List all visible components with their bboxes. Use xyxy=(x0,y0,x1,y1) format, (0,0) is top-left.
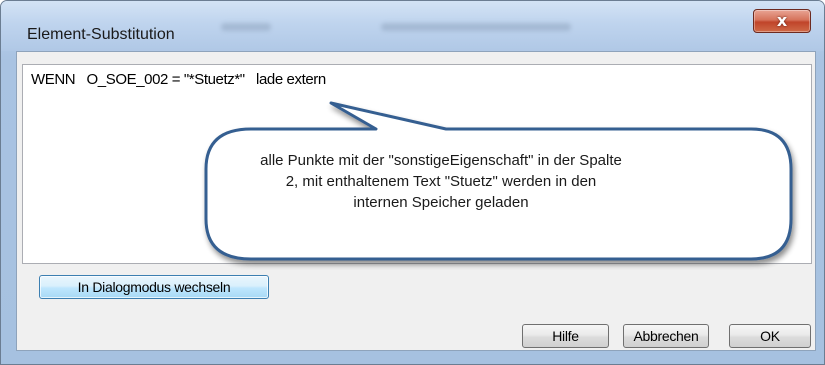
ok-button[interactable]: OK xyxy=(729,324,811,348)
cancel-button[interactable]: Abbrechen xyxy=(623,324,709,348)
callout-line: alle Punkte mit der "sonstigeEigenschaft… xyxy=(260,152,622,169)
help-button[interactable]: Hilfe xyxy=(522,324,609,348)
title-bar-blur xyxy=(381,23,571,31)
callout-line: 2, mit enthaltenem Text "Stuetz" werden … xyxy=(285,173,597,190)
editor-text: WENN O_SOE_002 = "*Stuetz*" lade extern xyxy=(31,71,326,88)
close-icon: x xyxy=(776,11,788,30)
window-title: Element-Substitution xyxy=(27,26,175,43)
title-bar-blur xyxy=(221,23,271,31)
title-bar[interactable]: Element-Substitution x xyxy=(1,1,824,51)
dialog-window: Element-Substitution x WENN O_SOE_002 = … xyxy=(0,0,825,365)
window-bottom-frame xyxy=(1,351,824,364)
callout-text: alle Punkte mit der "sonstigeEigenschaft… xyxy=(241,150,641,213)
callout-line: internen Speicher geladen xyxy=(353,194,529,211)
close-button[interactable]: x xyxy=(753,9,811,33)
switch-dialog-mode-button[interactable]: In Dialogmodus wechseln xyxy=(39,275,269,299)
